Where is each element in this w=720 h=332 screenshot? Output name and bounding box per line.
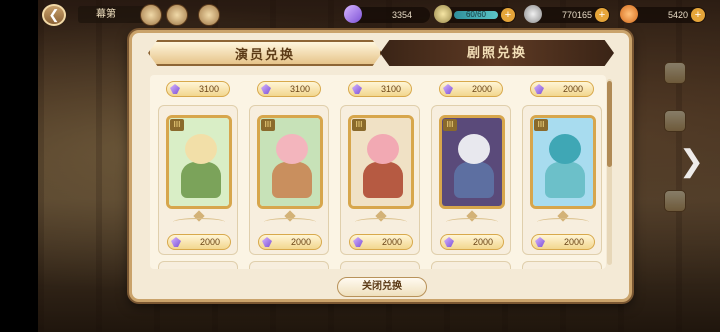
card-slot[interactable] <box>340 261 420 269</box>
back-arrow-icon[interactable]: ❮ <box>42 4 66 26</box>
card-slot[interactable]: III 2000 <box>249 105 329 255</box>
gem-icon <box>353 237 363 247</box>
price-tag[interactable]: 3100 <box>166 81 230 97</box>
currency-gem-value: 3354 <box>391 10 412 20</box>
card-slot[interactable]: III 2000 <box>340 105 420 255</box>
price-button[interactable]: 2000 <box>349 234 413 250</box>
stamina-icon <box>434 5 452 23</box>
tab-still-exchange[interactable]: 剧照兑换 <box>380 40 614 66</box>
price-button[interactable]: 2000 <box>531 234 595 250</box>
card-art <box>351 118 411 206</box>
carrot-icon <box>620 5 638 23</box>
rank-badge: III <box>443 119 457 131</box>
stamina-bar-text: 60/60 <box>465 10 487 19</box>
gem-icon <box>443 84 453 94</box>
add-stamina-button[interactable]: + <box>501 8 515 22</box>
gem-icon <box>344 5 362 23</box>
rank-badge: III <box>261 119 275 131</box>
bag-icon[interactable] <box>166 4 188 26</box>
actor-card[interactable]: III <box>439 115 505 209</box>
coin-icon <box>524 5 542 23</box>
ornament <box>173 218 225 226</box>
price-tag[interactable]: 3100 <box>257 81 321 97</box>
card-slot[interactable] <box>249 261 329 269</box>
actor-card[interactable]: III <box>530 115 596 209</box>
gem-icon <box>352 84 362 94</box>
actor-card[interactable]: III <box>257 115 323 209</box>
add-carrot-button[interactable]: + <box>691 8 705 22</box>
ornament <box>264 218 316 226</box>
card-grid[interactable]: 3100 3100 3100 2000 2000 III 2000 III 20… <box>150 75 606 269</box>
price-button[interactable]: 2000 <box>167 234 231 250</box>
rank-badge: III <box>170 119 184 131</box>
gem-icon <box>262 237 272 247</box>
exchange-modal: 演员兑换 剧照兑换 3100 3100 3100 2000 2000 III 2… <box>129 30 632 302</box>
card-slot[interactable]: III 2000 <box>158 105 238 255</box>
gem-icon <box>444 237 454 247</box>
card-art <box>533 118 593 206</box>
top-hud: ❮ 幕第 3354 60/60 + 770165 + 5420 + <box>0 0 720 30</box>
tab-actor-exchange[interactable]: 演员兑换 <box>148 40 382 66</box>
gem-icon <box>535 237 545 247</box>
currency-coin: 770165 + <box>524 5 610 23</box>
currency-carrot: 5420 + <box>620 5 706 23</box>
currency-stamina: 60/60 + <box>434 5 516 23</box>
currency-coin-value: 770165 <box>561 10 592 20</box>
price-tag[interactable]: 2000 <box>530 81 594 97</box>
cart-icon[interactable] <box>198 4 220 26</box>
price-tag[interactable]: 3100 <box>348 81 412 97</box>
price-button[interactable]: 2000 <box>440 234 504 250</box>
card-art <box>442 118 502 206</box>
actor-card[interactable]: III <box>348 115 414 209</box>
card-art <box>260 118 320 206</box>
gem-icon <box>534 84 544 94</box>
ornament <box>355 218 407 226</box>
card-art <box>169 118 229 206</box>
ornament <box>537 218 589 226</box>
rank-badge: III <box>352 119 366 131</box>
card-slot[interactable] <box>522 261 602 269</box>
exchange-tabs: 演员兑换 剧照兑换 <box>148 40 614 66</box>
currency-gem: 3354 <box>344 5 430 23</box>
price-tag[interactable]: 2000 <box>439 81 503 97</box>
scrollbar[interactable] <box>607 79 612 265</box>
settings-icon[interactable] <box>140 4 162 26</box>
ornament <box>446 218 498 226</box>
gem-icon <box>170 84 180 94</box>
price-button[interactable]: 2000 <box>258 234 322 250</box>
add-coin-button[interactable]: + <box>595 8 609 22</box>
gem-icon <box>171 237 181 247</box>
card-slot[interactable] <box>431 261 511 269</box>
card-slot[interactable]: III 2000 <box>522 105 602 255</box>
currency-carrot-value: 5420 <box>667 10 688 20</box>
actor-card[interactable]: III <box>166 115 232 209</box>
rank-badge: III <box>534 119 548 131</box>
card-slot[interactable] <box>158 261 238 269</box>
scrollbar-thumb[interactable] <box>607 81 612 167</box>
gem-icon <box>261 84 271 94</box>
card-slot[interactable]: III 2000 <box>431 105 511 255</box>
close-exchange-button[interactable]: 关闭兑换 <box>337 277 427 297</box>
next-arrow-icon[interactable]: ❯ <box>679 144 704 179</box>
